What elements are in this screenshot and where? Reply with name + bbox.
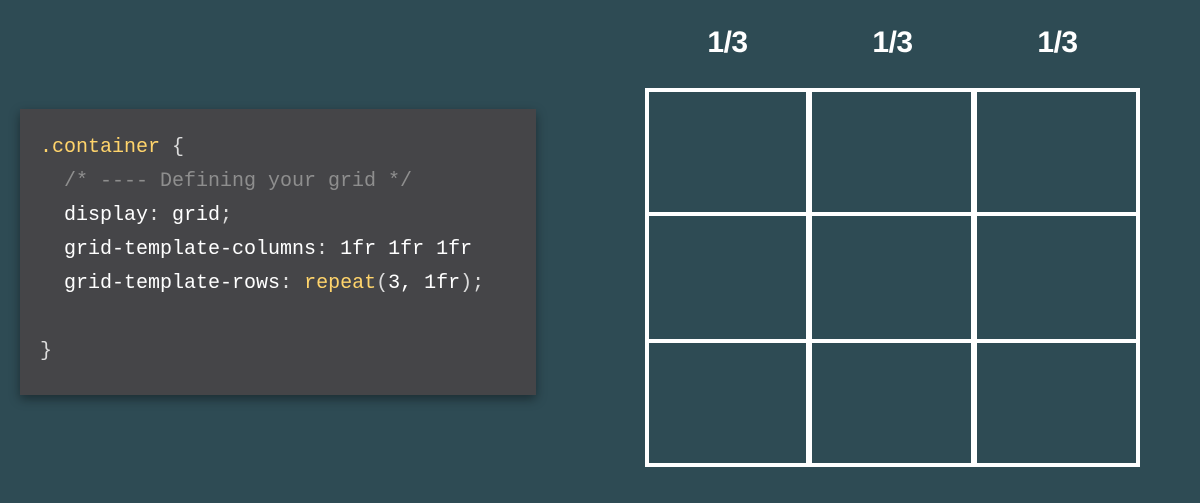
grid-cell — [645, 214, 810, 341]
code-token: grid-template-rows — [40, 272, 280, 295]
grid-cell — [975, 88, 1140, 215]
grid-cell — [975, 214, 1140, 341]
code-token: ); — [460, 272, 484, 295]
column-label: 1/3 — [975, 26, 1140, 60]
column-label: 1/3 — [810, 26, 975, 60]
grid-visualization — [645, 88, 1140, 468]
grid-cell — [645, 88, 810, 215]
column-label: 1/3 — [645, 26, 810, 60]
code-token: grid-template-columns — [40, 238, 316, 261]
grid-cell — [810, 341, 975, 468]
code-token: { — [160, 136, 184, 159]
grid-cell — [810, 214, 975, 341]
code-token: : — [316, 238, 340, 261]
code-token: ; — [220, 204, 232, 227]
code-token: .container — [40, 136, 160, 159]
grid-diagram-wrap: 1/31/31/3 — [645, 26, 1140, 478]
code-line: } — [40, 335, 516, 369]
grid-cell — [810, 88, 975, 215]
code-token: : — [148, 204, 172, 227]
code-token: 1fr 1fr 1fr — [340, 238, 472, 261]
column-labels-row: 1/31/31/3 — [645, 26, 1140, 60]
slide-wrap: .container { /* ---- Defining your grid … — [0, 0, 1200, 503]
code-line: grid-template-rows: repeat(3, 1fr); — [40, 267, 516, 301]
code-token: } — [40, 340, 52, 363]
code-line: display: grid; — [40, 199, 516, 233]
code-token: repeat — [304, 272, 376, 295]
code-token: grid — [172, 204, 220, 227]
code-token: 3, 1fr — [388, 272, 460, 295]
grid-cell — [645, 341, 810, 468]
grid-cell — [975, 341, 1140, 468]
code-line — [40, 301, 516, 335]
code-line: /* ---- Defining your grid */ — [40, 165, 516, 199]
code-line: grid-template-columns: 1fr 1fr 1fr — [40, 233, 516, 267]
code-token — [40, 306, 52, 329]
code-token: /* ---- Defining your grid */ — [40, 170, 412, 193]
code-token: : — [280, 272, 304, 295]
code-line: .container { — [40, 131, 516, 165]
code-token: ( — [376, 272, 388, 295]
code-snippet: .container { /* ---- Defining your grid … — [20, 109, 536, 395]
code-token: display — [40, 204, 148, 227]
